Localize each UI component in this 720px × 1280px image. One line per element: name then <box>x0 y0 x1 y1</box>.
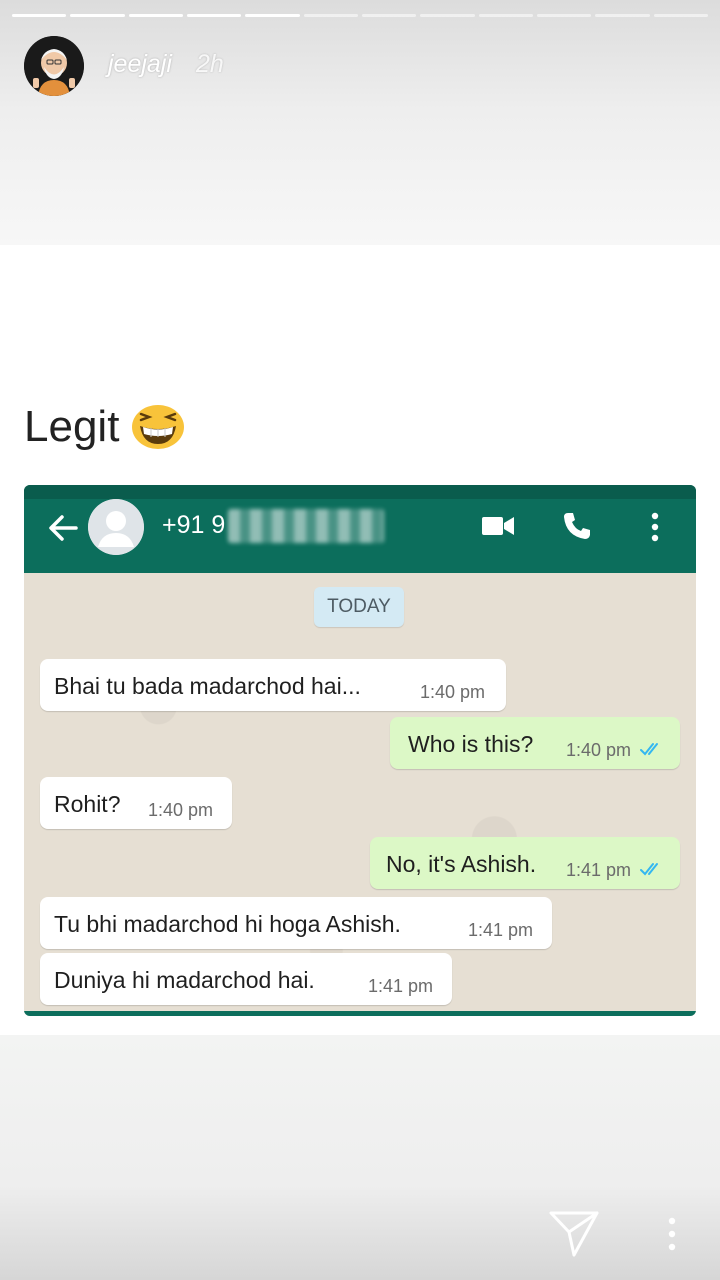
message-text: No, it's Ashish. <box>386 851 537 877</box>
progress-segment <box>12 14 67 17</box>
message-outgoing: No, it's Ashish. 1:41 pm <box>370 837 680 889</box>
message-time: 1:40 pm <box>420 682 486 702</box>
read-receipt-icon <box>640 743 658 756</box>
progress-segment <box>245 14 300 17</box>
voice-call-icon <box>564 513 590 539</box>
message-incoming: Bhai tu bada madarchod hai... 1:40 pm <box>40 659 506 711</box>
message-incoming: Duniya hi madarchod hai. 1:41 pm <box>40 953 452 1005</box>
whatsapp-header: +91 9 <box>24 485 696 573</box>
contact-avatar-icon <box>88 499 144 555</box>
message-time: 1:40 pm <box>148 800 214 820</box>
post-caption: Legit <box>24 402 185 452</box>
message-outgoing: Who is this? 1:40 pm <box>390 717 680 769</box>
message-text: Duniya hi madarchod hai. <box>54 967 315 993</box>
message-text: Who is this? <box>408 731 534 757</box>
message-incoming: Tu bhi madarchod hi hoga Ashish. 1:41 pm <box>40 897 552 949</box>
whatsapp-screenshot: +91 9 TODAY Bhai tu bada madarchod hai..… <box>24 485 696 1016</box>
progress-segment <box>303 14 358 17</box>
read-receipt-icon <box>640 863 658 876</box>
progress-segment <box>536 14 592 17</box>
progress-segment <box>478 14 533 17</box>
message-time: 1:41 pm <box>368 976 434 996</box>
message-text: Tu bhi madarchod hi hoga Ashish. <box>54 911 401 937</box>
progress-segment <box>128 14 183 17</box>
progress-segment <box>420 14 475 17</box>
story-username[interactable]: jeejaji <box>108 50 172 79</box>
grinning-squinting-face-emoji-icon <box>132 405 185 449</box>
date-chip: TODAY <box>314 587 404 627</box>
contact-phone-number: +91 9 <box>162 511 226 539</box>
story-progress-bar <box>12 14 708 18</box>
more-vertical-icon[interactable] <box>666 1216 678 1252</box>
message-incoming: Rohit? 1:40 pm <box>40 777 232 829</box>
message-time: 1:41 pm <box>468 920 534 940</box>
story-header-area <box>0 0 720 245</box>
caption-text: Legit <box>24 402 120 451</box>
progress-segment <box>70 14 125 17</box>
profile-avatar[interactable] <box>24 36 84 96</box>
progress-segment <box>186 14 242 17</box>
video-call-icon <box>482 517 514 535</box>
progress-segment <box>361 14 417 17</box>
story-time-ago: 2h <box>196 50 224 78</box>
progress-segment <box>653 14 708 17</box>
redacted-number-blur <box>228 509 384 543</box>
whatsapp-chat-area: TODAY Bhai tu bada madarchod hai... 1:40… <box>24 573 696 1016</box>
message-time: 1:41 pm <box>566 860 632 880</box>
story-footer-area <box>0 1035 720 1280</box>
progress-segment <box>595 14 650 17</box>
message-text: Bhai tu bada madarchod hai... <box>54 673 361 699</box>
back-arrow-icon <box>49 515 78 541</box>
more-options-icon <box>651 512 659 542</box>
send-icon[interactable] <box>548 1208 600 1258</box>
message-text: Rohit? <box>54 791 121 817</box>
message-time: 1:40 pm <box>566 740 632 760</box>
